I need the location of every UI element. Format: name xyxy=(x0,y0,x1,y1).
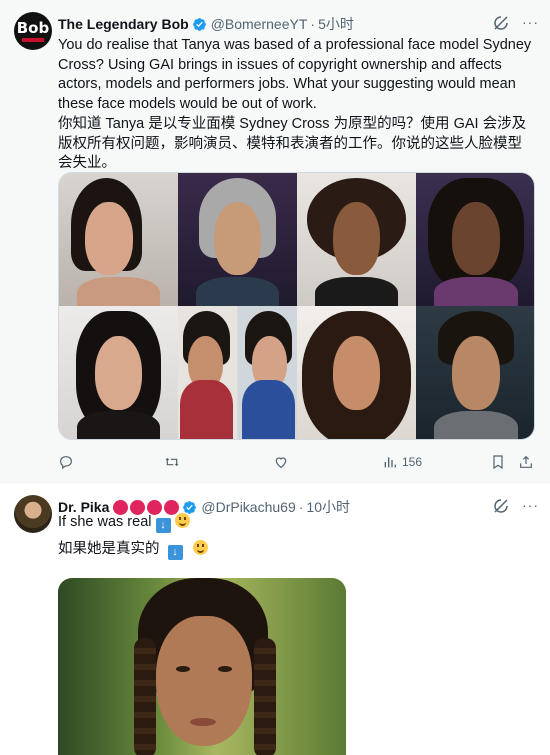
like-button[interactable] xyxy=(273,452,289,472)
like-icon xyxy=(275,457,287,469)
smile-emoji-icon xyxy=(192,540,208,555)
verified-badge-icon xyxy=(192,17,206,31)
tweet-text-zh-content: 如果她是真实的 xyxy=(58,541,160,557)
photo-face xyxy=(156,616,252,746)
photo-braid-left xyxy=(134,638,156,755)
bookmark-icon xyxy=(493,455,503,470)
avatar[interactable] xyxy=(14,495,52,533)
photo-braid-right xyxy=(254,638,276,755)
media-image-6[interactable] xyxy=(178,306,297,439)
media-image-5[interactable] xyxy=(59,306,178,439)
avatar-logo-bar xyxy=(22,37,44,42)
retweet-icon xyxy=(165,457,179,467)
media-image-7[interactable] xyxy=(297,306,416,439)
share-icon xyxy=(520,455,532,468)
more-icon[interactable]: ··· xyxy=(522,14,539,30)
separator-dot: · xyxy=(310,16,316,32)
share-button[interactable] xyxy=(518,452,534,472)
bookmark-button[interactable] xyxy=(490,452,506,472)
tweet-text-en: If she was real ↓ xyxy=(58,513,536,533)
author-handle[interactable]: @BomerneeYT xyxy=(211,16,308,32)
down-arrow-emoji-icon: ↓ xyxy=(155,518,171,533)
tweet-text-en: You do realise that Tanya was based of a… xyxy=(58,37,532,112)
timestamp[interactable]: 5小时 xyxy=(318,14,354,34)
tweet-actions: 156 xyxy=(58,452,536,472)
media-image-4[interactable] xyxy=(416,173,534,306)
tweet-header: The Legendary Bob @BomerneeYT · 5小时 xyxy=(58,14,354,34)
photo-lips xyxy=(190,718,216,726)
tweet-text-en-content: If she was real xyxy=(58,514,152,530)
down-arrow-emoji-icon: ↓ xyxy=(167,545,183,560)
avatar[interactable]: Bob xyxy=(14,12,52,50)
media-image-1[interactable] xyxy=(59,173,178,306)
photo-eye-right xyxy=(218,666,232,672)
avatar-logo-text: Bob xyxy=(16,18,50,37)
views-count: 156 xyxy=(402,455,423,469)
smile-emoji-icon xyxy=(174,513,190,528)
media-image-2[interactable] xyxy=(178,173,297,306)
tweet-1[interactable]: Bob The Legendary Bob @BomerneeYT · 5小时 … xyxy=(0,0,550,482)
tweet-text-zh: 如果她是真实的 ↓ xyxy=(58,540,536,560)
author-name[interactable]: The Legendary Bob xyxy=(58,16,189,32)
reply-button[interactable] xyxy=(58,452,74,472)
retweet-button[interactable] xyxy=(164,452,180,472)
photo-eye-left xyxy=(176,666,190,672)
reply-icon xyxy=(60,456,72,470)
views-icon xyxy=(384,457,396,468)
views-button[interactable]: 156 xyxy=(382,452,422,472)
media-grid[interactable] xyxy=(58,172,535,440)
more-icon[interactable]: ··· xyxy=(522,497,539,513)
media-image[interactable] xyxy=(58,578,346,755)
grok-icon[interactable] xyxy=(492,14,510,32)
media-image-8[interactable] xyxy=(416,306,534,439)
tweet-text-zh: 你知道 Tanya 是以专业面模 Sydney Cross 为原型的吗？使用 G… xyxy=(58,116,527,171)
media-image-3[interactable] xyxy=(297,173,416,306)
